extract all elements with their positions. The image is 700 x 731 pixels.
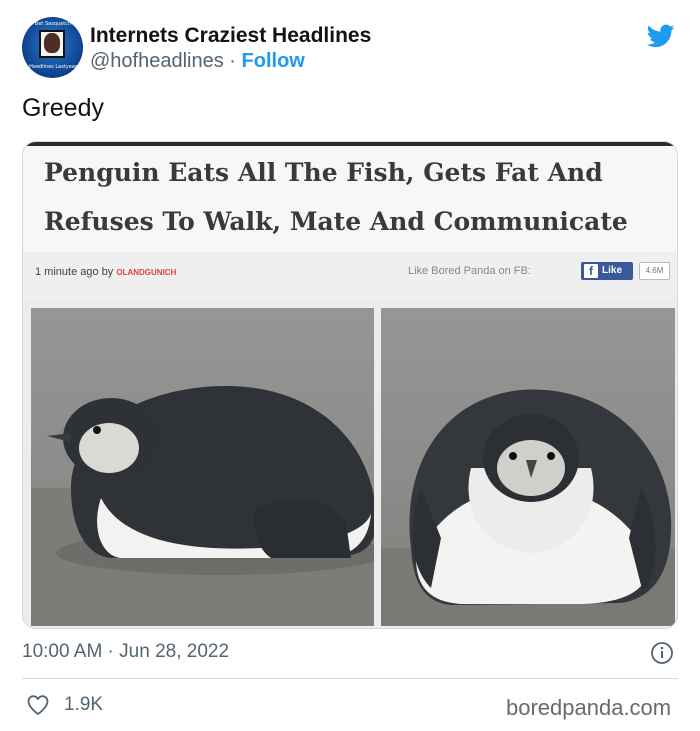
article-byline: 1 minute ago by OLANDGUNICH [35, 266, 176, 278]
divider [22, 678, 678, 679]
byline-author: OLANDGUNICH [116, 268, 177, 277]
avatar[interactable]: Bet Sasquatch Headlines Lastyear [22, 17, 83, 78]
tweet-header: Bet Sasquatch Headlines Lastyear Interne… [22, 17, 682, 81]
source-watermark: boredpanda.com [506, 695, 672, 720]
tweet-timestamp[interactable]: 10:00 AM · Jun 28, 2022 [22, 641, 229, 663]
facebook-like-label: Like [602, 265, 623, 276]
article-headline: Penguin Eats All The Fish, Gets Fat And … [44, 148, 654, 246]
heart-icon[interactable] [25, 693, 51, 717]
twitter-bird-icon[interactable] [645, 22, 677, 50]
penguin-side-illustration [31, 385, 374, 626]
facebook-like-button: f Like [581, 262, 633, 280]
article-top-bar [23, 142, 677, 146]
penguin-photo-side [31, 308, 374, 626]
headline-line-2: Refuses To Walk, Mate And Communicate [44, 207, 628, 236]
facebook-like-count: 4.6M [639, 262, 670, 280]
byline-time: 1 minute ago by [35, 266, 114, 278]
avatar-caption-bottom: Headlines Lastyear [29, 64, 77, 70]
headline-line-1: Penguin Eats All The Fish, Gets Fat And [44, 158, 603, 187]
penguin-front-illustration [381, 389, 675, 626]
avatar-caption-top: Bet Sasquatch [34, 21, 72, 27]
handle-row: @hofheadlines · Follow [90, 50, 305, 73]
handle[interactable]: @hofheadlines [90, 50, 224, 72]
penguin-photo-front [381, 308, 675, 626]
tweet-text: Greedy [22, 94, 104, 122]
display-name[interactable]: Internets Craziest Headlines [90, 24, 371, 48]
article-meta-row: 1 minute ago by OLANDGUNICH Like Bored P… [23, 252, 677, 300]
handle-separator: · [229, 50, 236, 72]
like-count: 1.9K [64, 694, 104, 715]
article-headline-box: Penguin Eats All The Fish, Gets Fat And … [23, 142, 677, 252]
follow-button[interactable]: Follow [242, 50, 305, 72]
facebook-f-icon: f [584, 264, 598, 278]
tweet-media-image[interactable]: Penguin Eats All The Fish, Gets Fat And … [22, 141, 678, 629]
facebook-prompt: Like Bored Panda on FB: [408, 265, 531, 277]
avatar-face [44, 33, 60, 53]
info-icon[interactable] [650, 641, 674, 665]
